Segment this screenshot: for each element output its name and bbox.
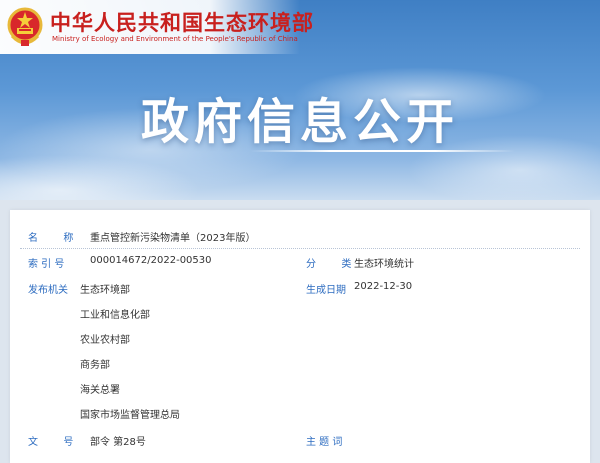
org-name-cn[interactable]: 中华人民共和国生态环境部 (50, 7, 314, 37)
issuer-item: 海关总署 (80, 385, 120, 396)
banner-title: 政府信息公开 (140, 94, 459, 150)
issuer-label: 发布机关 (28, 285, 68, 296)
issuer-item: 农业农村部 (80, 335, 130, 346)
metadata-panel: 名 称 重点管控新污染物清单（2023年版） 索 引 号 000014672/2… (10, 210, 590, 463)
category-label: 分 类 (306, 259, 352, 270)
subject-label: 主 题 词 (306, 437, 343, 448)
meta-row-name: 名 称 重点管控新污染物清单（2023年版） (20, 224, 580, 249)
meta-row-docno: 文 号 部令 第28号 主 题 词 (20, 428, 580, 452)
doc-no-value: 部令 第28号 (90, 437, 146, 448)
name-value: 重点管控新污染物清单（2023年版） (90, 233, 256, 244)
doc-no-label: 文 号 (28, 437, 74, 448)
issuer-item: 生态环境部 (80, 285, 130, 296)
issuer-item: 商务部 (80, 360, 110, 371)
org-name-en: Ministry of Ecology and Environment of t… (52, 35, 298, 43)
name-label: 名 称 (28, 233, 74, 244)
banner-underline (250, 150, 515, 152)
index-label: 索 引 号 (28, 259, 65, 270)
national-emblem-icon[interactable] (6, 6, 44, 48)
issuer-item: 工业和信息化部 (80, 310, 150, 321)
date-label: 生成日期 (306, 285, 346, 296)
meta-row-index: 索 引 号 000014672/2022-00530 分 类 生态环境统计 (20, 250, 580, 274)
category-value: 生态环境统计 (354, 259, 414, 270)
header-banner: 中华人民共和国生态环境部 Ministry of Ecology and Env… (0, 0, 600, 200)
index-value: 000014672/2022-00530 (90, 255, 212, 266)
date-value: 2022-12-30 (354, 281, 413, 292)
issuer-item: 国家市场监督管理总局 (80, 410, 180, 421)
